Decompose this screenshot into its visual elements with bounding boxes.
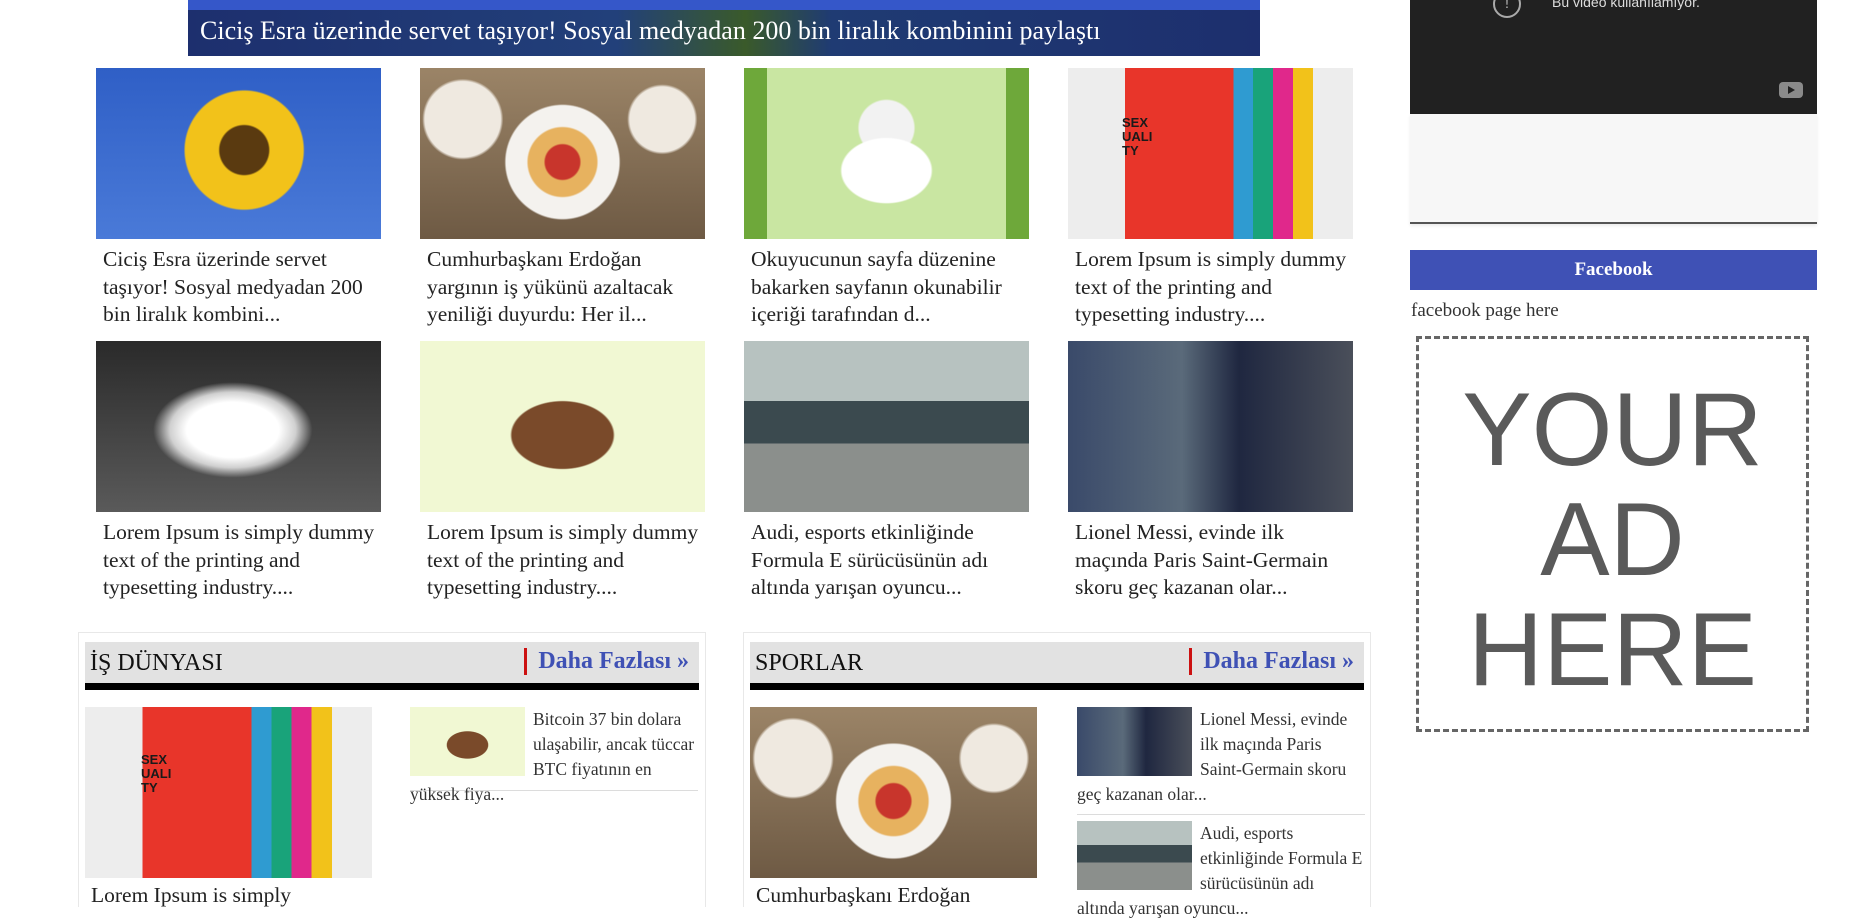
news-card[interactable]: Lionel Messi, evinde ilk maçında Paris S… <box>1068 341 1353 602</box>
section-main-title[interactable]: Lorem Ipsum is simply <box>91 883 291 908</box>
news-card[interactable]: Audi, esports etkinliğinde Formula E sür… <box>744 341 1029 602</box>
news-title[interactable]: Audi, esports etkinliğinde Formula E sür… <box>751 519 1031 602</box>
section-main-image[interactable]: SEX UALI TY <box>85 707 372 878</box>
section-title: İŞ DÜNYASI <box>90 650 223 676</box>
list-item[interactable]: Audi, esports etkinliğinde Formula E sür… <box>1077 821 1365 918</box>
list-item[interactable]: Bitcoin 37 bin dolara ulaşabilir, ancak … <box>410 707 698 804</box>
news-image[interactable] <box>96 68 381 239</box>
news-card[interactable]: Cumhurbaşkanı Erdoğan yargının iş yükünü… <box>420 68 705 329</box>
section-main-title[interactable]: Cumhurbaşkanı Erdoğan <box>756 883 970 908</box>
video-message: Bu video kullanılamıyor. <box>1552 0 1700 10</box>
news-image[interactable] <box>420 68 705 239</box>
news-card[interactable]: Lorem Ipsum is simply dummy text of the … <box>420 341 705 602</box>
news-image[interactable] <box>420 341 705 512</box>
section-main-image[interactable] <box>750 707 1037 878</box>
book-cover-text: SEX UALI TY <box>141 752 172 795</box>
news-title[interactable]: Ciciş Esra üzerinde servet taşıyor! Sosy… <box>103 246 383 329</box>
ad-text-line: AD <box>1540 482 1685 598</box>
slider-caption[interactable]: Ciciş Esra üzerinde servet taşıyor! Sosy… <box>200 16 1100 46</box>
list-item-thumbnail[interactable] <box>1077 707 1192 776</box>
news-image[interactable] <box>96 341 381 512</box>
facebook-page-text: facebook page here <box>1411 300 1559 321</box>
news-card[interactable]: Ciciş Esra üzerinde servet taşıyor! Sosy… <box>96 68 381 329</box>
news-image[interactable]: SEX UALI TY <box>1068 68 1353 239</box>
more-link[interactable]: Daha Fazlası » <box>1189 648 1354 675</box>
list-item-thumbnail[interactable] <box>1077 821 1192 890</box>
news-card[interactable]: Okuyucunun sayfa düzenine bakarken sayfa… <box>744 68 1029 329</box>
book-cover-text: SEX UALI TY <box>1122 115 1153 158</box>
list-item-thumbnail[interactable] <box>410 707 525 776</box>
news-title[interactable]: Lorem Ipsum is simply dummy text of the … <box>1075 246 1355 329</box>
video-widget-footer <box>1410 114 1817 224</box>
news-card[interactable]: SEX UALI TY Lorem Ipsum is simply dummy … <box>1068 68 1353 329</box>
video-embed[interactable]: ! Bu video kullanılamıyor. <box>1410 0 1817 114</box>
section-header: SPORLAR Daha Fazlası » <box>750 642 1364 690</box>
facebook-widget-title: Facebook <box>1410 250 1817 290</box>
ad-text-line: HERE <box>1468 592 1757 708</box>
news-title[interactable]: Lorem Ipsum is simply dummy text of the … <box>427 519 707 602</box>
ad-text-line: YOUR <box>1462 372 1763 488</box>
section-title: SPORLAR <box>755 650 864 676</box>
info-icon: ! <box>1493 0 1521 18</box>
news-title[interactable]: Cumhurbaşkanı Erdoğan yargının iş yükünü… <box>427 246 707 329</box>
news-image[interactable] <box>744 68 1029 239</box>
ad-placeholder[interactable]: YOUR AD HERE <box>1416 336 1809 732</box>
section-sports: SPORLAR Daha Fazlası » Cumhurbaşkanı Erd… <box>743 632 1371 918</box>
news-title[interactable]: Okuyucunun sayfa düzenine bakarken sayfa… <box>751 246 1031 329</box>
more-link[interactable]: Daha Fazlası » <box>524 648 689 675</box>
list-item[interactable]: Lionel Messi, evinde ilk maçında Paris S… <box>1077 707 1365 815</box>
slider-strip <box>188 0 1260 10</box>
featured-slider[interactable]: Ciciş Esra üzerinde servet taşıyor! Sosy… <box>188 0 1260 56</box>
news-image[interactable] <box>1068 341 1353 512</box>
youtube-icon[interactable] <box>1779 82 1803 98</box>
news-title[interactable]: Lorem Ipsum is simply dummy text of the … <box>103 519 383 602</box>
section-business: İŞ DÜNYASI Daha Fazlası » SEX UALI TY Lo… <box>78 632 706 907</box>
section-header: İŞ DÜNYASI Daha Fazlası » <box>85 642 699 690</box>
news-card[interactable]: Lorem Ipsum is simply dummy text of the … <box>96 341 381 602</box>
news-image[interactable] <box>744 341 1029 512</box>
news-title[interactable]: Lionel Messi, evinde ilk maçında Paris S… <box>1075 519 1355 602</box>
